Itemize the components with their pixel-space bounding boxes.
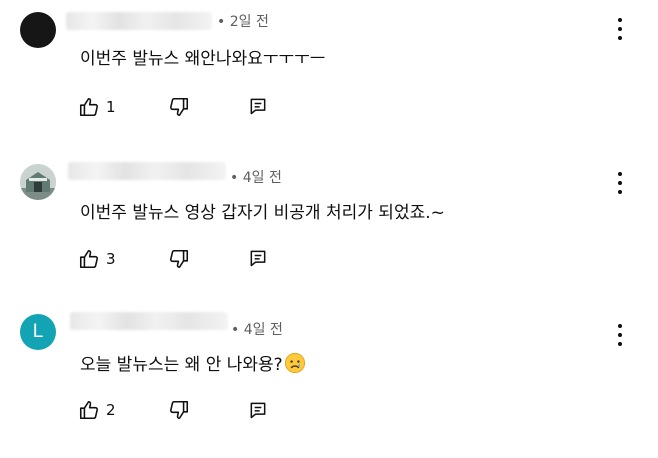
reply-button[interactable] [248,400,268,420]
avatar[interactable] [20,164,56,200]
comment-item: • 2일 전 이번주 발뉴스 왜안나와요ㅜㅜㅜㅡ 1 [0,0,658,150]
comment-item: • 4일 전 이번주 발뉴스 영상 갑자기 비공개 처리가 되었죠.~ 3 [0,150,658,300]
comment-timestamp: • 2일 전 [217,14,269,30]
reply-icon [250,402,266,419]
comment-text: 이번주 발뉴스 영상 갑자기 비공개 처리가 되었죠.~ [80,203,445,223]
like-count: 1 [106,98,116,116]
like-button[interactable]: 2 [78,399,116,421]
avatar[interactable]: L [20,314,56,350]
reply-button[interactable] [248,248,268,268]
like-count: 3 [106,250,116,268]
comment-timestamp: • 4일 전 [230,170,282,186]
avatar[interactable] [20,12,56,48]
reply-button[interactable] [248,96,268,116]
dislike-button[interactable] [168,399,190,421]
comment-item: L • 4일 전 오늘 발뉴스는 왜 안 나와용? 2 [0,300,658,450]
comment-timestamp: • 4일 전 [231,322,283,338]
reply-icon [250,98,266,115]
more-vertical-icon[interactable] [612,324,628,346]
author-name-blurred[interactable] [66,12,212,30]
like-button[interactable]: 3 [78,248,116,270]
comment-text: 오늘 발뉴스는 왜 안 나와용? [80,350,306,375]
author-name-blurred[interactable] [70,312,228,330]
comment-text-body: 오늘 발뉴스는 왜 안 나와용? [80,355,283,375]
author-name-blurred[interactable] [68,162,226,180]
avatar-photo-icon [20,164,56,200]
thumbs-down-icon [170,400,189,420]
more-vertical-icon[interactable] [612,172,628,194]
thumbs-up-icon [79,400,98,420]
thumbs-down-icon [170,249,189,269]
thumbs-up-icon [79,249,98,269]
thumbs-down-icon [170,97,189,117]
sad-face-emoji [284,352,305,374]
dislike-button[interactable] [168,96,190,118]
like-count: 2 [106,401,116,419]
like-button[interactable]: 1 [78,96,116,118]
comment-text: 이번주 발뉴스 왜안나와요ㅜㅜㅜㅡ [80,49,326,69]
more-vertical-icon[interactable] [612,18,628,40]
dislike-button[interactable] [168,248,190,270]
reply-icon [250,250,266,267]
thumbs-up-icon [79,97,98,117]
